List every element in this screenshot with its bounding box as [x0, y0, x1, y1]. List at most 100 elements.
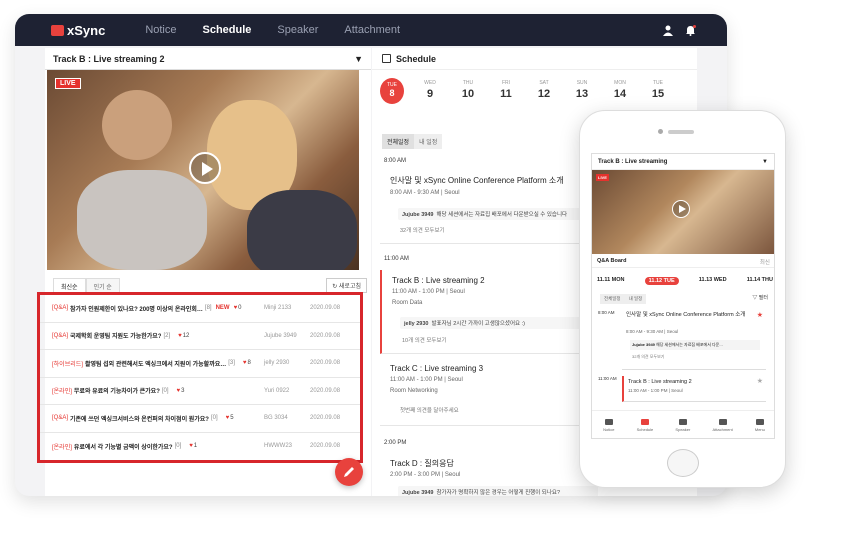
phone-speaker [668, 130, 694, 134]
phone-day[interactable]: 11.14 THU [747, 277, 773, 285]
view-comments-link[interactable]: 32개 의견 모두보기 [400, 226, 445, 234]
star-icon[interactable]: ★ [757, 311, 763, 319]
video-player[interactable]: LIVE [47, 70, 359, 270]
session-room: Room Networking [390, 388, 438, 394]
day-item[interactable]: TUE 15 [646, 80, 670, 100]
phone-nav-menu[interactable]: Menu [755, 419, 765, 432]
heart-icon[interactable]: ♥ [177, 388, 181, 394]
comment-count: [8] [204, 305, 212, 312]
day-item[interactable]: THU 10 [456, 80, 480, 100]
session-title: Track D : 질의응답 [390, 459, 454, 468]
day-of-week: TUE [387, 82, 397, 88]
time-label: 2:00 PM [384, 440, 407, 446]
question-row[interactable]: [하이브리드] 촬영팀 섭외 관련해서도 엑싱크에서 지원이 가능할까요… [3] ♥… [40, 350, 360, 378]
phone-filter-all[interactable]: 전체일정 [600, 294, 625, 304]
session-title: Track C : Live streaming 3 [390, 364, 484, 373]
day-of-week: SAT [539, 80, 549, 86]
question-row[interactable]: [Q&A] 기존에 쓰던 엑싱크서비스와 온컨퍼의 차이점이 뭔가요? [0] ♥ 5 B… [40, 405, 360, 433]
star-icon[interactable]: ★ [757, 377, 763, 385]
day-item[interactable]: WED 9 [418, 80, 442, 100]
phone-day[interactable]: 11.11 MON [597, 277, 625, 285]
phone-session-card[interactable]: 인사말 및 xSync Online Conference Platform 소… [622, 310, 766, 370]
comment-text: 참가자가 명확하지 않은 경우는 어떻게 진행이 되나요? [436, 490, 561, 496]
document-icon [718, 419, 727, 425]
time-label: 11:00 AM [384, 256, 409, 262]
day-item[interactable]: MON 14 [608, 80, 632, 100]
refresh-label: 새로고침 [338, 284, 361, 290]
view-comments-link[interactable]: 10개 의견 모두보기 [402, 336, 447, 344]
nav-speaker[interactable]: Speaker [277, 24, 318, 36]
session-meta: 11:00 AM - 1:00 PM | Seoul [390, 377, 463, 383]
heart-icon[interactable]: ♥ [189, 443, 193, 449]
nav-schedule[interactable]: Schedule [203, 24, 252, 36]
nav-notice[interactable]: Notice [145, 24, 176, 36]
user-icon[interactable] [663, 23, 673, 36]
first-comment-link[interactable]: 첫번째 의견을 달아주세요 [400, 406, 459, 414]
question-row[interactable]: [온라인] 유료에서 각 기능별 금액이 상이한가요? [0] ♥ 1 HWWW23 202… [40, 433, 360, 461]
phone-view-comments[interactable]: 32개 의견 모두보기 [632, 354, 664, 360]
day-item[interactable]: FRI 11 [494, 80, 518, 100]
phone-track-selector[interactable]: Track B : Live streaming ▼ [592, 154, 774, 170]
day-item[interactable]: SAT 12 [532, 80, 556, 100]
phone-session-card[interactable]: Track B : Live streaming 2 11:00 AM - 1:… [622, 376, 766, 402]
phone-live-badge: LIVE [596, 174, 609, 181]
phone-qa-sort[interactable]: 최신 [760, 258, 770, 266]
day-item[interactable]: SUN 13 [570, 80, 594, 100]
question-category: [하이브리드] [52, 361, 83, 368]
session-title: 인사말 및 xSync Online Conference Platform 소… [390, 176, 564, 185]
question-row[interactable]: [온라인] 무료와 유료의 기능차이가 큰가요? [0] ♥ 3 Yuri 0922 202… [40, 378, 360, 405]
session-meta: 2:00 PM - 3:00 PM | Seoul [390, 472, 461, 478]
question-text: 기존에 쓰던 엑싱크서비스와 온컨퍼의 차이점이 뭔가요? [70, 416, 209, 423]
session-comment: jelly 2930 발표자님 2시간 가까이 고생많으셨어요 :) [400, 317, 600, 329]
question-text: 국제학회 운영팀 지원도 가능한가요? [70, 334, 162, 341]
phone-nav-attachment[interactable]: Attachment [712, 419, 733, 432]
like-count: 1 [193, 443, 198, 450]
phone-frame: Track B : Live streaming ▼ LIVE Q&A Board… [579, 110, 786, 488]
app-logo[interactable]: xSync [51, 23, 105, 38]
phone-nav-notice[interactable]: Notice [603, 419, 614, 432]
heart-icon[interactable]: ♥ [234, 305, 238, 311]
session-room: Room Data [392, 300, 423, 306]
heart-icon[interactable]: ♥ [178, 333, 182, 339]
top-nav-bar: xSync Notice Schedule Speaker Attachment [15, 14, 727, 46]
filter-all[interactable]: 전체일정 [382, 134, 415, 149]
question-author: Minji 2133 [264, 305, 292, 312]
phone-day-selected[interactable]: 11.12 TUE [644, 277, 679, 285]
play-icon[interactable] [189, 152, 221, 184]
comment-text: 발표자님 2시간 가까이 고생많으셨어요 :) [431, 321, 525, 327]
phone-filter-label: 필터 [758, 295, 768, 301]
phone-nav-speaker[interactable]: Speaker [675, 419, 690, 432]
phone-bottom-nav: Notice Schedule Speaker Attachment Menu [592, 410, 774, 438]
heart-icon[interactable]: ♥ [243, 360, 247, 366]
track-selector[interactable]: Track B : Live streaming 2 ▼ [45, 48, 371, 70]
session-meta: 8:00 AM - 9:30 AM | Seoul [390, 190, 460, 196]
phone-filter-mine[interactable]: 내 일정 [624, 294, 647, 304]
bell-icon[interactable] [685, 23, 696, 36]
filter-mine[interactable]: 내 일정 [414, 134, 443, 149]
day-selector: TUE 8 WED 9 THU 10 FRI 11 SAT 12 SUN 13 MON 14 TUE 15 [376, 78, 686, 114]
comment-user: jelly 2930 [404, 321, 429, 327]
question-row[interactable]: [Q&A] 참가자 인원제한이 있나요? 200명 이상의 온라인회… [8] NEW… [40, 295, 360, 323]
phone-video-player[interactable]: LIVE [592, 170, 774, 254]
refresh-button[interactable]: ↻ 새로고침 [326, 278, 367, 293]
question-date: 2020.09.08 [310, 415, 341, 422]
question-row[interactable]: [Q&A] 국제학회 운영팀 지원도 가능한가요? [2] ♥ 12 Jujube 394… [40, 323, 360, 350]
filter-icon: ▽ [752, 295, 758, 301]
heart-icon[interactable]: ♥ [226, 415, 230, 421]
phone-filter-button[interactable]: ▽ 필터 [752, 294, 768, 301]
phone-nav-label: Schedule [636, 427, 654, 432]
question-author: Jujube 3949 [264, 332, 297, 339]
question-author: Yuri 0922 [264, 387, 290, 394]
play-icon[interactable] [672, 200, 690, 218]
write-question-button[interactable] [335, 458, 363, 486]
nav-attachment[interactable]: Attachment [344, 24, 400, 36]
like-count: 5 [230, 415, 234, 422]
home-button[interactable] [667, 449, 699, 477]
phone-day[interactable]: 11.13 WED [699, 277, 727, 285]
day-of-week: MON [614, 80, 626, 86]
comment-user: Jujube 3949 [402, 490, 434, 496]
question-text: 무료와 유료의 기능차이가 큰가요? [73, 389, 160, 396]
menu-icon [755, 419, 764, 425]
phone-nav-schedule[interactable]: Schedule [636, 419, 654, 432]
day-selected[interactable]: TUE 8 [380, 78, 404, 104]
